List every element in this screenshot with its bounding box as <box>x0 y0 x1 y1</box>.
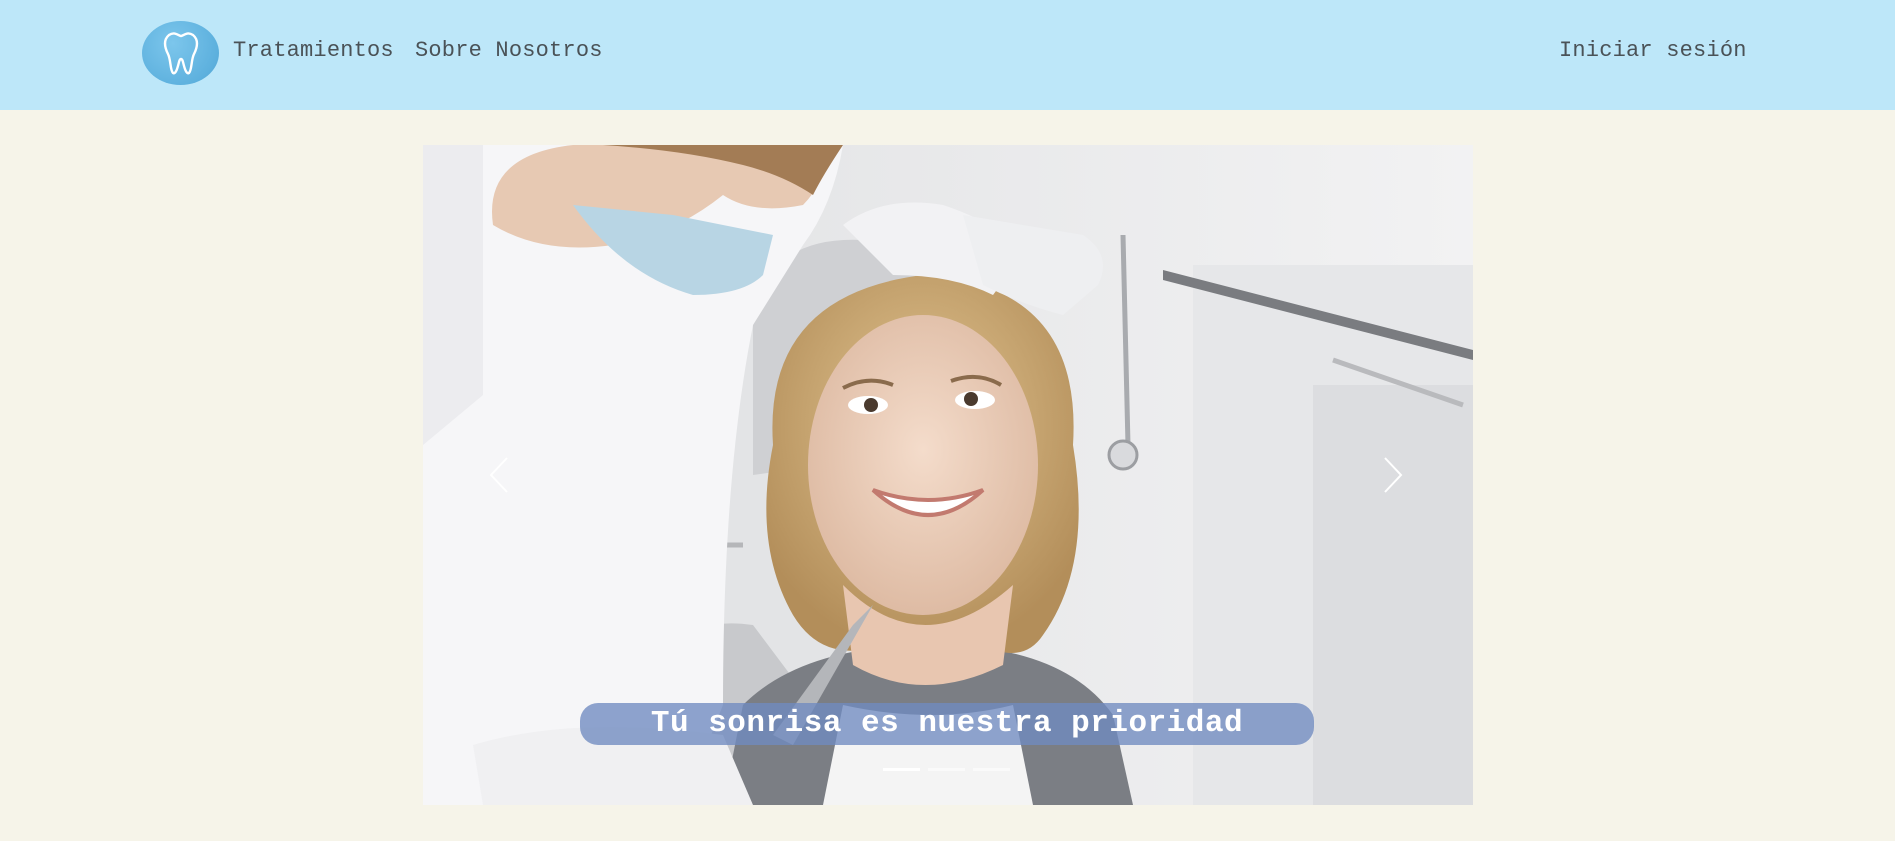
carousel-next-button[interactable] <box>1373 450 1413 500</box>
top-navbar: Tratamientos Sobre Nosotros Iniciar sesi… <box>0 0 1895 110</box>
chevron-left-icon <box>489 457 508 493</box>
carousel-indicator-3[interactable] <box>973 768 1010 771</box>
carousel-indicator-1[interactable] <box>883 768 920 771</box>
nav-link-about-us[interactable]: Sobre Nosotros <box>415 38 603 63</box>
login-link[interactable]: Iniciar sesión <box>1559 38 1747 63</box>
chevron-right-icon <box>1384 457 1403 493</box>
tooth-icon <box>163 32 198 75</box>
carousel-prev-button[interactable] <box>479 450 519 500</box>
carousel-caption: Tú sonrisa es nuestra prioridad <box>580 703 1314 745</box>
hero-carousel: Tú sonrisa es nuestra prioridad <box>423 145 1473 805</box>
nav-link-treatments[interactable]: Tratamientos <box>233 38 394 63</box>
carousel-indicators <box>883 768 1018 772</box>
carousel-indicator-2[interactable] <box>928 768 965 771</box>
tooth-logo-icon[interactable] <box>142 21 219 85</box>
